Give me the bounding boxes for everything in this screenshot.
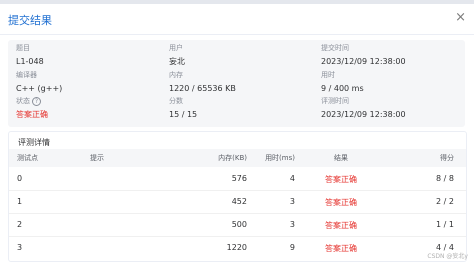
score-value: 15 / 15 [169, 110, 198, 119]
case-score: 2 / 2 [436, 197, 454, 206]
problem-field: 题目 L1-048 [16, 44, 44, 67]
user-label: 用户 [169, 44, 183, 52]
time-field: 用时 9 / 400 ms [321, 71, 364, 94]
case-memory: 576 [231, 174, 247, 183]
case-memory: 452 [231, 197, 247, 206]
compiler-field: 编译器 C++ (g++) [16, 71, 62, 94]
status-field: 状态? 答案正确 [16, 97, 48, 120]
case-score: 8 / 8 [436, 174, 454, 183]
close-icon[interactable]: × [455, 10, 466, 25]
memory-field: 内存 1220 / 65536 KB [169, 71, 236, 94]
case-result: 答案正确 [325, 244, 357, 253]
table-row: 3 1220 9 答案正确 4 / 4 [9, 236, 466, 259]
time-value: 9 / 400 ms [321, 84, 364, 93]
judge-time-field: 评测时间 2023/12/09 12:38:00 [321, 97, 406, 120]
header-score: 得分 [440, 154, 454, 162]
compiler-label: 编译器 [16, 71, 37, 79]
submit-time-value: 2023/12/09 12:38:00 [321, 57, 406, 66]
case-result: 答案正确 [325, 198, 357, 207]
case-time: 3 [289, 220, 295, 229]
dialog-title: 提交结果 [8, 14, 52, 27]
details-title: 评测详情 [18, 138, 50, 147]
memory-label: 内存 [169, 71, 183, 79]
memory-value: 1220 / 65536 KB [169, 84, 236, 93]
watermark: CSDN @妄北y [427, 253, 468, 260]
case-id: 1 [17, 197, 23, 206]
table-row: 1 452 3 答案正确 2 / 2 [9, 190, 466, 214]
status-value: 答案正确 [16, 110, 48, 119]
case-time: 3 [289, 197, 295, 206]
problem-value: L1-048 [16, 57, 44, 66]
header-result: 结果 [334, 154, 348, 162]
judge-time-label: 评测时间 [321, 97, 349, 105]
judge-details-panel: 评测详情 测试点 提示 内存(KB) 用时(ms) 结果 得分 0 576 4 … [8, 131, 467, 262]
case-memory: 500 [231, 220, 247, 229]
header-case: 测试点 [17, 154, 38, 162]
judge-time-value: 2023/12/09 12:38:00 [321, 110, 406, 119]
case-id: 0 [17, 174, 23, 183]
table-row: 0 576 4 答案正确 8 / 8 [9, 167, 466, 191]
problem-label: 题目 [16, 44, 30, 52]
user-value: 妄北 [169, 57, 185, 66]
case-result: 答案正确 [325, 221, 357, 230]
case-memory: 1220 [226, 243, 247, 252]
case-score: 1 / 1 [436, 220, 454, 229]
case-id: 3 [17, 243, 23, 252]
compiler-value: C++ (g++) [16, 84, 63, 93]
time-label: 用时 [321, 71, 335, 79]
header-time: 用时(ms) [265, 154, 295, 162]
dialog-header: 提交结果 × [0, 4, 474, 35]
submit-time-field: 提交时间 2023/12/09 12:38:00 [321, 44, 406, 67]
score-label: 分数 [169, 97, 183, 105]
user-field: 用户 妄北 [169, 44, 185, 67]
details-table-header: 测试点 提示 内存(KB) 用时(ms) 结果 得分 [9, 149, 466, 167]
submission-info-panel: 题目 L1-048 用户 妄北 提交时间 2023/12/09 12:38:00… [8, 40, 465, 127]
case-result: 答案正确 [325, 175, 357, 184]
header-hint: 提示 [90, 154, 104, 162]
case-time: 4 [289, 174, 295, 183]
score-field: 分数 15 / 15 [169, 97, 197, 120]
table-row: 2 500 3 答案正确 1 / 1 [9, 213, 466, 237]
help-icon[interactable]: ? [32, 97, 41, 106]
submit-time-label: 提交时间 [321, 44, 349, 52]
case-time: 9 [289, 243, 295, 252]
status-label: 状态 [16, 97, 30, 105]
header-memory: 内存(KB) [218, 154, 247, 162]
case-id: 2 [17, 220, 23, 229]
